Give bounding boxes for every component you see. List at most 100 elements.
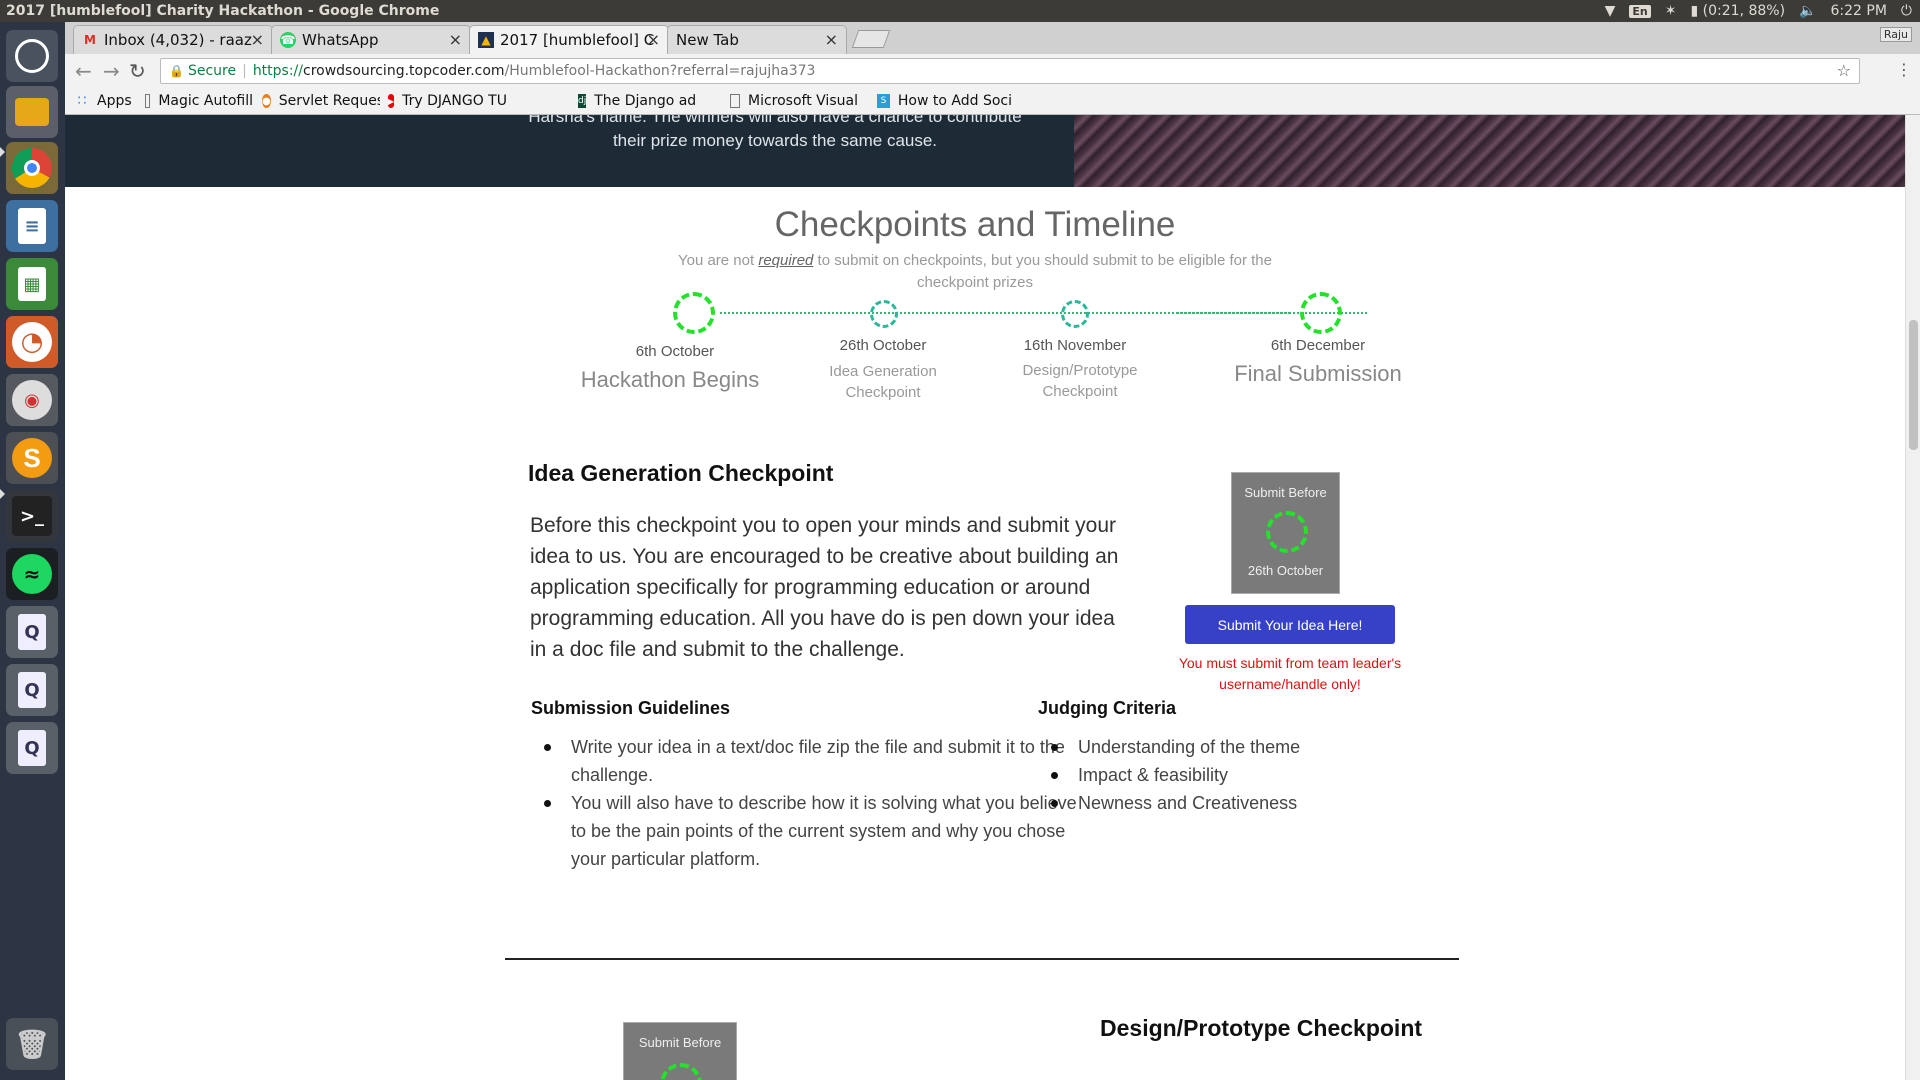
panel-indicators: ▼ En ✶ ▮ (0:21, 88%) 🔈 6:22 PM ⏻ bbox=[1605, 0, 1912, 22]
launcher-trash-button[interactable]: 🗑 bbox=[6, 1018, 58, 1070]
bookmark-magic-autofill[interactable]: Magic Autofill bbox=[145, 93, 253, 109]
apps-grid-icon: ∷ bbox=[77, 93, 87, 109]
timeline-marker bbox=[1061, 300, 1089, 328]
subtitle-text: to submit on checkpoints, but you should… bbox=[813, 252, 1272, 291]
writer-icon: ≡ bbox=[18, 208, 46, 244]
os-top-panel: 2017 [humblefool] Charity Hackathon - Go… bbox=[0, 0, 1920, 22]
criteria-list: Understanding of the theme Impact & feas… bbox=[1038, 733, 1458, 817]
tab-label: New Tab bbox=[676, 31, 739, 49]
section-title: Checkpoints and Timeline bbox=[774, 205, 1176, 244]
browser-chrome: M Inbox (4,032) - raaz × ☎ WhatsApp × ▲ … bbox=[65, 22, 1920, 115]
back-arrow-icon[interactable]: ← bbox=[75, 59, 92, 83]
tab-label: 2017 [humblefool] C bbox=[500, 31, 655, 49]
omnibox-separator: | bbox=[242, 63, 247, 79]
s-icon: S bbox=[877, 94, 890, 108]
timeline-date: 6th October bbox=[635, 343, 715, 360]
ubuntu-logo-icon bbox=[15, 39, 49, 73]
timeline-name: Design/Prototype Checkpoint bbox=[1022, 362, 1138, 400]
card-date: 26th October bbox=[1247, 563, 1324, 578]
tab-hackathon[interactable]: ▲ 2017 [humblefool] C × bbox=[469, 25, 669, 54]
tab-label: Inbox (4,032) - raaz bbox=[104, 31, 252, 49]
running-indicator bbox=[0, 489, 5, 499]
bookmark-label: Servlet Request bbox=[278, 93, 380, 109]
launcher-settings-button[interactable]: ◉ bbox=[6, 374, 58, 426]
gmail-icon: M bbox=[84, 33, 96, 47]
menu-icon[interactable]: ⋮ bbox=[1896, 60, 1912, 79]
hero-text: Harsha's name. The winners will also hav… bbox=[505, 115, 1045, 153]
launcher-app-button[interactable]: Q bbox=[6, 664, 58, 716]
close-icon[interactable]: × bbox=[251, 30, 264, 49]
web-page: Harsha's name. The winners will also hav… bbox=[65, 115, 1905, 1080]
wifi-icon[interactable]: ▼ bbox=[1605, 3, 1616, 19]
list-item: Newness and Creativeness bbox=[1038, 789, 1458, 817]
launcher-terminal-button[interactable]: >_ bbox=[6, 490, 58, 542]
qt-app-icon: Q bbox=[18, 730, 46, 766]
bookmark-star-icon[interactable]: ☆ bbox=[1837, 61, 1851, 80]
launcher-sublime-button[interactable]: S bbox=[6, 432, 58, 484]
page-scrollbar[interactable] bbox=[1905, 115, 1920, 1080]
list-item: Understanding of the theme bbox=[1038, 733, 1458, 761]
bookmark-servlet-request[interactable]: ● Servlet Request bbox=[262, 93, 380, 109]
launcher-dash-button[interactable] bbox=[6, 30, 58, 82]
launcher-impress-button[interactable]: ◔ bbox=[6, 316, 58, 368]
terminal-icon: >_ bbox=[12, 496, 52, 536]
card-label: Submit Before bbox=[1244, 485, 1327, 500]
submit-before-card: Submit Before 26th October bbox=[1231, 472, 1340, 594]
launcher-calc-button[interactable]: ▦ bbox=[6, 258, 58, 310]
card-label: Submit Before bbox=[638, 1035, 722, 1050]
criteria-heading: Judging Criteria bbox=[1038, 698, 1177, 718]
launcher-writer-button[interactable]: ≡ bbox=[6, 200, 58, 252]
subtitle-text: You are not bbox=[677, 252, 759, 269]
chrome-icon bbox=[12, 148, 52, 188]
dashed-circle-icon bbox=[1266, 511, 1308, 553]
url-host: crowdsourcing.topcoder.com bbox=[303, 63, 505, 79]
hero-banner: Harsha's name. The winners will also hav… bbox=[65, 115, 1905, 187]
power-icon[interactable]: ⏻ bbox=[1901, 3, 1912, 19]
launcher-app-button[interactable]: Q bbox=[6, 722, 58, 774]
launcher-chrome-button[interactable] bbox=[6, 142, 58, 194]
list-item: Impact & feasibility bbox=[1038, 761, 1458, 789]
launcher-app-button[interactable]: Q bbox=[6, 606, 58, 658]
bookmark-how-to-add[interactable]: S How to Add Soci bbox=[877, 93, 1012, 109]
forward-arrow-icon[interactable]: → bbox=[103, 59, 120, 83]
address-bar[interactable]: 🔒 Secure | https://crowdsourcing.topcode… bbox=[160, 58, 1860, 84]
battery-indicator[interactable]: ▮ (0:21, 88%) bbox=[1691, 3, 1786, 19]
guidelines-list: Write your idea in a text/doc file zip t… bbox=[531, 733, 1091, 873]
close-icon[interactable]: × bbox=[647, 30, 660, 49]
launcher-files-button[interactable] bbox=[6, 86, 58, 138]
section-subtitle: You are not required to submit on checkp… bbox=[675, 250, 1275, 294]
tab-gmail[interactable]: M Inbox (4,032) - raaz × bbox=[73, 25, 273, 54]
close-icon[interactable]: × bbox=[825, 30, 838, 49]
reload-icon[interactable]: ↻ bbox=[129, 59, 146, 83]
bookmark-microsoft-visual[interactable]: Microsoft Visual bbox=[730, 93, 870, 109]
new-tab-button[interactable] bbox=[851, 30, 891, 48]
tab-whatsapp[interactable]: ☎ WhatsApp × bbox=[271, 25, 471, 54]
section-divider bbox=[505, 958, 1459, 960]
tab-new-tab[interactable]: New Tab × bbox=[667, 25, 847, 54]
bookmark-django-admin[interactable]: dj The Django adm bbox=[578, 93, 696, 109]
hero-photo bbox=[1074, 115, 1905, 187]
bluetooth-icon[interactable]: ✶ bbox=[1665, 3, 1677, 19]
timeline-name: Final Submission bbox=[1234, 361, 1402, 386]
launcher-spotify-button[interactable]: ≈ bbox=[6, 548, 58, 600]
clock[interactable]: 6:22 PM bbox=[1831, 3, 1887, 19]
django-icon: dj bbox=[578, 94, 587, 108]
submit-before-card: Submit Before bbox=[623, 1022, 737, 1080]
bookmark-apps[interactable]: ∷ Apps bbox=[75, 93, 135, 109]
scrollbar-thumb[interactable] bbox=[1909, 320, 1918, 450]
toggle-icon: ◉ bbox=[12, 380, 52, 420]
bookmark-label: Apps bbox=[97, 93, 132, 109]
running-indicator bbox=[0, 147, 5, 157]
submit-idea-button[interactable]: Submit Your Idea Here! bbox=[1185, 605, 1395, 644]
volume-icon[interactable]: 🔈 bbox=[1799, 3, 1816, 19]
timeline-date: 26th October bbox=[839, 337, 927, 354]
profile-button[interactable]: Raju bbox=[1879, 27, 1912, 42]
timeline-marker bbox=[1300, 292, 1342, 334]
spotify-icon: ≈ bbox=[12, 554, 52, 594]
timeline-marker bbox=[673, 292, 715, 334]
qt-app-icon: Q bbox=[18, 672, 46, 708]
bookmark-try-django[interactable]: ▶ Try DJANGO TUT bbox=[388, 93, 506, 109]
close-icon[interactable]: × bbox=[449, 30, 462, 49]
keyboard-layout-indicator[interactable]: En bbox=[1629, 4, 1651, 18]
lock-icon: 🔒 bbox=[169, 64, 184, 78]
